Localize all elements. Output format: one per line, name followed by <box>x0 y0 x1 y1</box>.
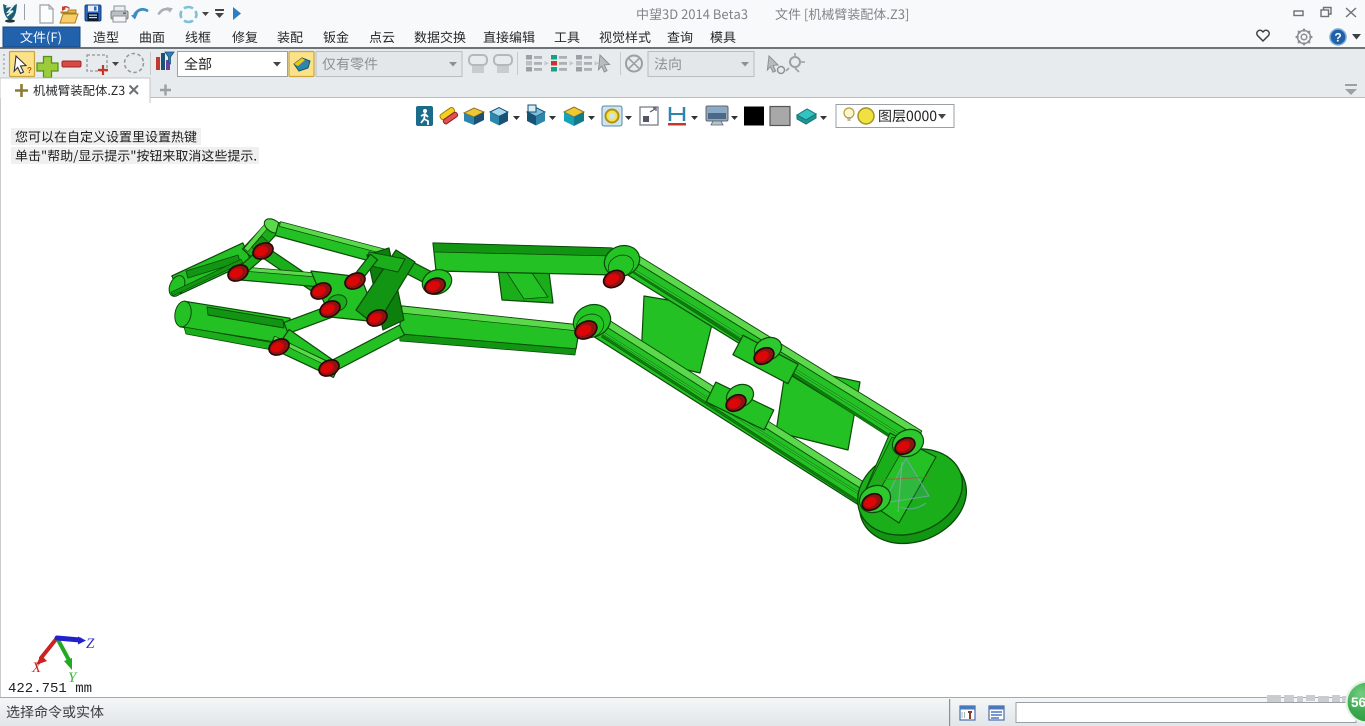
svg-text:X: X <box>31 660 42 676</box>
svg-text:422.751 mm: 422.751 mm <box>8 681 92 697</box>
svg-text:Z: Z <box>86 636 95 652</box>
svg-text:56: 56 <box>1351 695 1365 710</box>
svg-text:?: ? <box>1334 31 1341 45</box>
svg-text:?: ? <box>27 66 32 75</box>
